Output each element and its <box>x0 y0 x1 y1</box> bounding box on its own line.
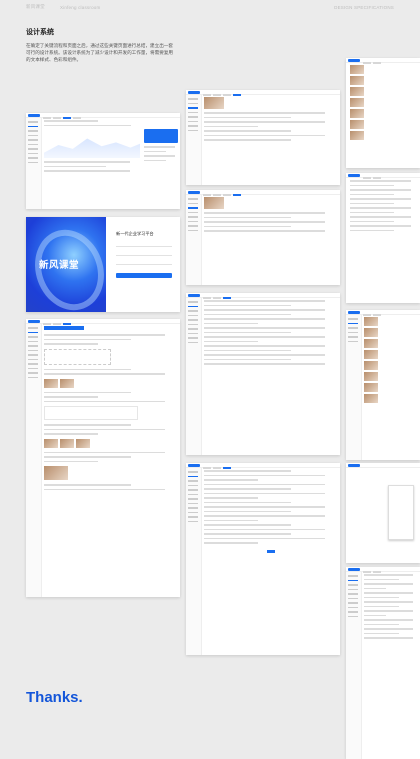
dashboard-screenshot <box>26 113 180 209</box>
course-detail-screenshot <box>186 90 340 185</box>
login-screenshot: 新风课堂 新一代企业学习平台 <box>26 217 180 312</box>
login-button <box>116 273 172 278</box>
top-header: 新风课堂 Xinfeng classroom DESIGN SPECIFICAT… <box>0 0 420 14</box>
header-left: 新风课堂 <box>26 4 45 9</box>
modal-dialog-screenshot <box>346 463 420 563</box>
mock-area-chart <box>44 138 140 158</box>
mock-sidebar <box>26 118 42 209</box>
mock-header <box>26 113 180 119</box>
member-list-screenshot <box>346 567 420 759</box>
course-list-screenshot <box>346 310 420 460</box>
exam-editor-screenshot <box>186 463 340 655</box>
course-form-screenshot <box>26 319 180 597</box>
design-showcase-page: 新风课堂 Xinfeng classroom DESIGN SPECIFICAT… <box>0 0 420 759</box>
data-table-screenshot <box>346 173 420 303</box>
course-stats-screenshot <box>186 190 340 285</box>
task-list-screenshot <box>186 293 340 455</box>
login-form: 新一代企业学习平台 <box>116 231 172 278</box>
thanks-text: Thanks. <box>26 689 83 706</box>
intro-text: 在确定了关键流程和页面之后，通过这些关键页面进行总结，建立出一套可行的设计系统。… <box>26 43 174 62</box>
header-middle: Xinfeng classroom <box>60 4 101 10</box>
header-right: DESIGN SPECIFICATIONS <box>334 4 394 10</box>
login-form-title: 新一代企业学习平台 <box>116 231 154 236</box>
photo-list-screenshot <box>346 58 420 168</box>
intro-title: 设计系统 <box>26 29 54 36</box>
login-brand: 新风课堂 <box>39 260 80 271</box>
